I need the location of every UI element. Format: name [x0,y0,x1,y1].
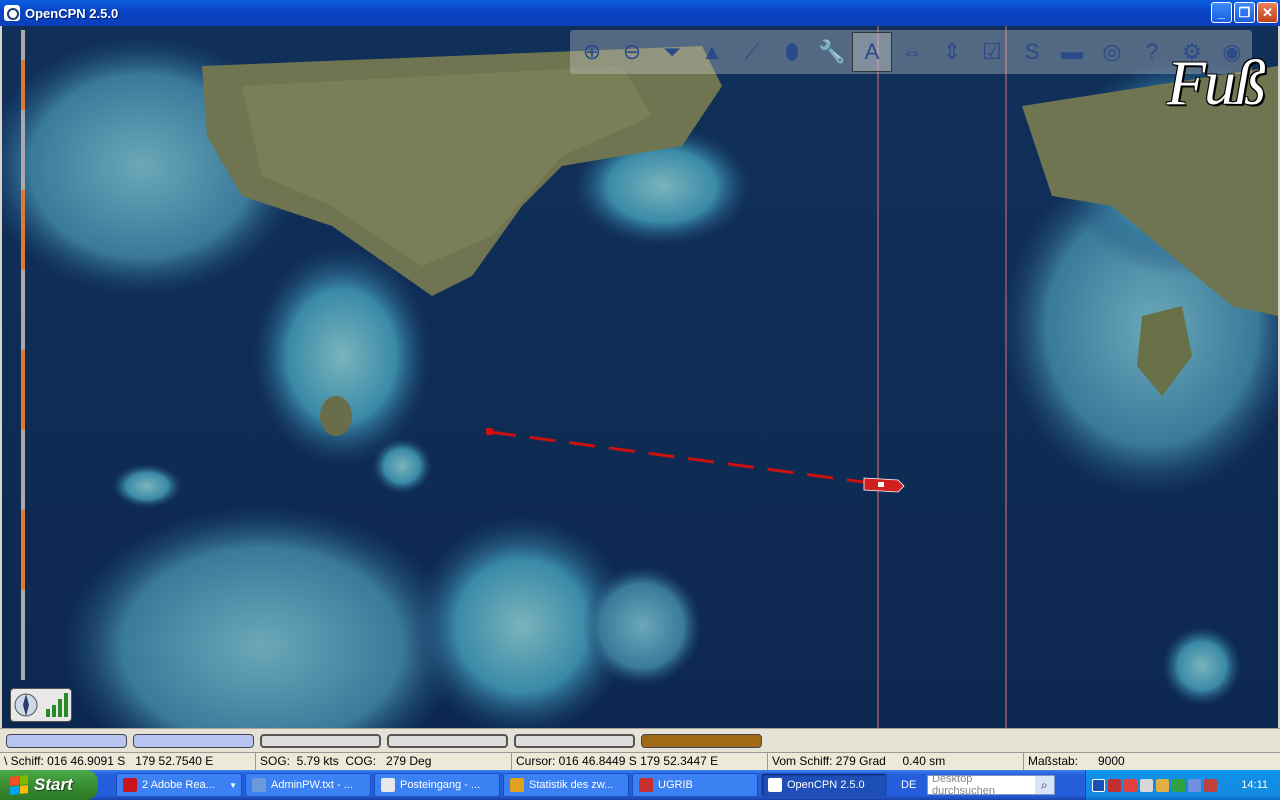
search-icon[interactable]: ⌕ [1034,776,1054,794]
desktop-search-placeholder: Desktop durchsuchen [932,773,995,797]
tray-app-icon[interactable] [1156,778,1169,792]
tray-arrow-icon[interactable] [1092,778,1105,792]
taskbar-app-icon [123,778,137,792]
zoom-out-icon: ⊖ [622,39,642,64]
system-tray: 14:11 [1085,770,1280,800]
brand-overlay-text: Fuß [1166,47,1266,118]
satellite-chart-image [2,26,1278,728]
toolbar-button-track[interactable]: S [1012,32,1052,72]
route-icon: ⟋ [744,39,760,64]
mob-icon: ◎ [1102,39,1122,64]
window-controls: _ ❐ ✕ [1211,2,1278,23]
toolbar-button-drop-mark[interactable]: ▲ [692,32,732,72]
windows-logo-icon [10,775,28,795]
toolbar-button-scale-funnel[interactable]: ⏷ [652,32,692,72]
compass-icon [14,693,38,717]
restore-button[interactable]: ❐ [1234,2,1255,23]
chart-canvas[interactable]: ⊕ ⊖ ⏷ ▲ ⟋ ⬮ 🔧 A ⇔ ⇕ ☑ S ▬ ◎? ⚙ ◉ Fuß [0,26,1280,728]
compass-gps-widget[interactable] [10,688,72,722]
taskbar-app-icon [768,778,782,792]
taskbar-item[interactable]: Statistik des zw... [503,773,629,797]
minimize-button[interactable]: _ [1211,2,1232,23]
language-indicator[interactable]: DE [901,779,925,791]
ship-position: \ Schiff: 016 46.9091 S 179 52.7540 E [0,753,256,771]
start-label: Start [34,775,73,794]
taskbar-item[interactable]: 2 Adobe Rea... ▼ [116,773,242,797]
toolbar-button-follow-ship[interactable]: ⬮ [772,32,812,72]
taskbar-item-label: Statistik des zw... [529,779,614,791]
text-toggle-icon: A [864,39,880,64]
start-button[interactable]: Start [0,770,98,800]
window-title: OpenCPN 2.5.0 [25,5,119,21]
follow-ship-icon: ⬮ [785,39,799,64]
toolbar-button-mob[interactable]: ◎ [1092,32,1132,72]
toolbar-button-settings-wrench[interactable]: 🔧 [812,32,852,72]
bearing-distance: Vom Schiff: 279 Grad 0.40 sm [768,753,1024,771]
scale-funnel-icon: ⏷ [663,39,681,64]
chart-key-2[interactable] [133,733,254,748]
drop-mark-icon: ▲ [701,39,723,64]
taskbar-item-label: 2 Adobe Rea... [142,779,215,791]
tide-icon: ⇕ [942,39,962,64]
toolbar-button-tide[interactable]: ⇕ [932,32,972,72]
toolbar-button-route-manager[interactable]: ☑ [972,32,1012,72]
taskbar-app-icon [639,778,653,792]
taskbar-item[interactable]: OpenCPN 2.5.0 [761,773,887,797]
route-manager-icon: ☑ [982,39,1002,64]
tray-app-icon[interactable] [1124,778,1137,792]
chart-key-6[interactable] [641,733,762,748]
settings-wrench-icon: 🔧 [818,39,846,64]
chart-key-1[interactable] [6,733,127,748]
taskbar-item[interactable]: UGRIB [632,773,758,797]
taskbar-app-icon [510,778,524,792]
chart-key-4[interactable] [387,733,508,748]
track-icon: S [1024,39,1040,64]
desktop-search-input[interactable]: Desktop durchsuchen ⌕ [927,773,1055,797]
chart-piano-bar [0,728,1280,752]
taskbar-item-label: AdminPW.txt - ... [271,779,353,791]
toolbar-button-color-scheme[interactable]: ▬ [1052,32,1092,72]
help-icon: ? [1145,39,1159,64]
clock: 14:11 [1241,779,1268,791]
taskbar-item-label: UGRIB [658,779,693,791]
toolbar-button-zoom-in[interactable]: ⊕ [572,32,612,72]
zoom-in-icon: ⊕ [582,39,602,64]
chart-key-5[interactable] [514,733,635,748]
toolbar-button-route[interactable]: ⟋ [732,32,772,72]
chart-scale: Maßstab: 9000 [1028,754,1125,768]
close-button[interactable]: ✕ [1257,2,1278,23]
taskbar-app-icon [252,778,266,792]
opencpn-app-icon [4,5,20,21]
taskbar-item[interactable]: Posteingang - ... [374,773,500,797]
status-bar: \ Schiff: 016 46.9091 S 179 52.7540 E SO… [0,752,1280,771]
tray-security-icon[interactable] [1204,778,1217,792]
taskbar-item[interactable]: AdminPW.txt - ... [245,773,371,797]
taskbar-item-label: OpenCPN 2.5.0 [787,779,865,791]
tray-app-icon[interactable] [1108,778,1121,792]
current-icon: ⇔ [901,39,923,64]
taskbar-app-icon [381,778,395,792]
chart-key-3[interactable] [260,733,381,748]
sog-cog: SOG: 5.79 kts COG: 279 Deg [256,753,512,771]
tray-volume-icon[interactable] [1188,778,1201,792]
main-toolbar: ⊕ ⊖ ⏷ ▲ ⟋ ⬮ 🔧 A ⇔ ⇕ ☑ S ▬ ◎? ⚙ ◉ [570,30,1252,74]
toolbar-button-text-toggle[interactable]: A [852,32,892,72]
zoom-scale-bar[interactable] [21,30,25,680]
taskbar-items: 2 Adobe Rea... ▼ AdminPW.txt - ... Posteing… [116,773,887,797]
toolbar-button-zoom-out[interactable]: ⊖ [612,32,652,72]
tray-app-icon[interactable] [1140,778,1153,792]
taskbar-item-label: Posteingang - ... [400,779,481,791]
taskbar: Start 2 Adobe Rea... ▼ AdminPW.txt - ... Po… [0,770,1280,800]
group-arrow-icon: ▼ [229,780,237,790]
color-scheme-icon: ▬ [1061,39,1083,64]
cursor-position: Cursor: 016 46.8449 S 179 52.3447 E [512,753,768,771]
title-bar[interactable]: OpenCPN 2.5.0 _ ❐ ✕ [0,0,1280,26]
signal-strength-icon [46,693,68,717]
toolbar-button-current[interactable]: ⇔ [892,32,932,72]
tray-network-icon[interactable] [1172,778,1185,792]
